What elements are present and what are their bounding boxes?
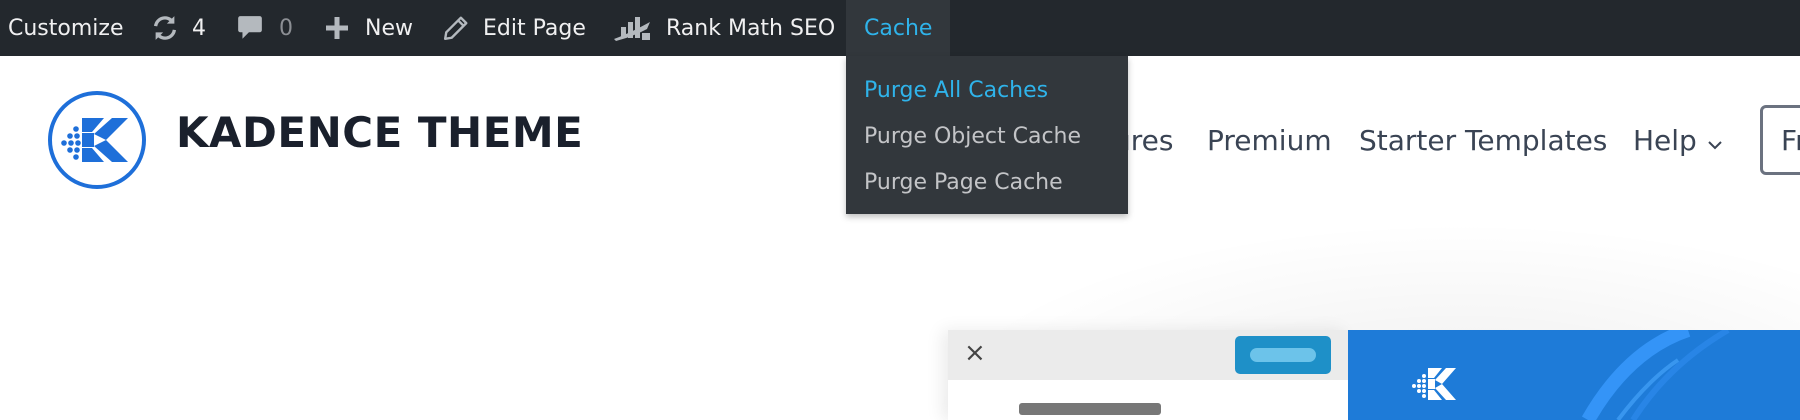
kadence-logo-icon[interactable] (46, 89, 148, 195)
nav-item-premium[interactable]: Premium (1207, 124, 1332, 158)
comment-bubble-icon (237, 14, 263, 42)
pencil-icon (443, 15, 469, 41)
cache-menu-button[interactable]: Cache (846, 0, 951, 56)
admin-bar: Customize 4 0 New Edit Page Rank Math SE… (0, 0, 1800, 56)
edit-page-label: Edit Page (483, 15, 586, 41)
purge-object-cache-label: Purge Object Cache (864, 124, 1082, 149)
rank-math-link[interactable]: Rank Math SEO (612, 0, 835, 56)
header-cta-button[interactable]: Fr (1760, 105, 1800, 175)
rank-math-icon (612, 13, 652, 43)
hero-blue-panel (1348, 330, 1800, 420)
close-icon[interactable]: × (964, 338, 986, 368)
site-title[interactable]: KADENCE THEME (176, 112, 583, 154)
editor-preview-panel: × (948, 330, 1348, 420)
plus-icon (325, 16, 349, 40)
purge-all-caches-item[interactable]: Purge All Caches (864, 78, 1048, 103)
nav-item-help[interactable]: Help (1633, 124, 1723, 158)
refresh-icon (150, 13, 180, 43)
comments-link[interactable]: 0 (237, 0, 293, 56)
rank-math-label: Rank Math SEO (666, 15, 836, 41)
purge-object-cache-item[interactable]: Purge Object Cache (864, 124, 1081, 149)
comments-count: 0 (279, 15, 293, 41)
nav-item-help-label: Help (1633, 124, 1697, 157)
purge-all-caches-label: Purge All Caches (864, 78, 1049, 103)
customize-label: Customize (8, 15, 124, 41)
customize-link[interactable]: Customize (8, 0, 123, 56)
new-content-link[interactable]: New (325, 0, 413, 56)
nav-item-starter-templates[interactable]: Starter Templates (1359, 124, 1607, 158)
new-label: New (365, 15, 413, 41)
editor-preview-bar (1019, 403, 1161, 415)
publish-button-placeholder (1250, 348, 1316, 362)
edit-page-link[interactable]: Edit Page (443, 0, 586, 56)
updates-link[interactable]: 4 (150, 0, 206, 56)
chevron-down-icon (1707, 124, 1723, 158)
purge-page-cache-label: Purge Page Cache (864, 170, 1063, 195)
purge-page-cache-item[interactable]: Purge Page Cache (864, 170, 1063, 195)
kadence-small-logo-icon (1412, 368, 1456, 400)
header-cta-label: Fr (1781, 124, 1800, 157)
editor-preview-topbar: × (948, 330, 1348, 380)
publish-button[interactable] (1235, 336, 1331, 374)
cache-label: Cache (864, 15, 933, 41)
updates-count: 4 (192, 15, 206, 41)
cache-submenu: Purge All Caches Purge Object Cache Purg… (846, 56, 1128, 214)
